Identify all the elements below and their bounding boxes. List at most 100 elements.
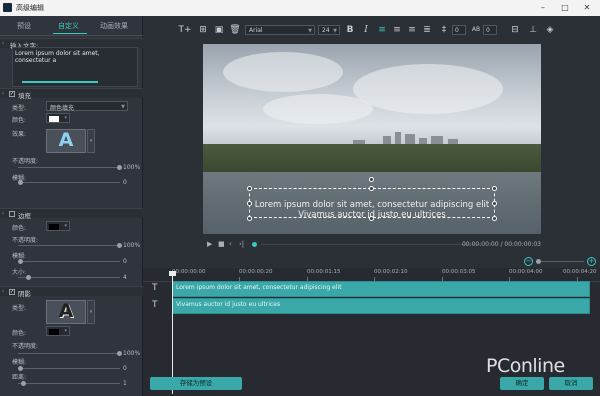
fill-checkbox[interactable]: ✓ (9, 91, 15, 97)
align-center-icon[interactable]: ≡ (390, 23, 404, 37)
playback-bar: ▶ ■ ‹ ›| 00:00:00:00 / 00:00:00:03 (203, 238, 541, 252)
resize-handle[interactable] (492, 186, 497, 191)
resize-handle[interactable] (247, 186, 252, 191)
video-preview[interactable]: Lorem ipsum dolor sit amet, consectetur … (203, 44, 541, 234)
chevron-down-icon[interactable]: ▾ (87, 129, 95, 153)
next-frame-icon[interactable]: ›| (239, 240, 244, 248)
border-opacity-slider[interactable] (18, 243, 122, 248)
bold-button[interactable]: B (343, 23, 357, 37)
border-color-picker[interactable]: ▾ (46, 221, 70, 231)
close-icon[interactable]: ✕ (580, 2, 594, 13)
stop-icon[interactable]: ■ (218, 240, 225, 248)
chevron-down-icon: ▼ (333, 28, 337, 34)
border-checkbox[interactable] (9, 211, 15, 217)
slider-handle[interactable] (117, 165, 122, 170)
border-size-value: 4 (123, 274, 127, 281)
section-fill[interactable]: › ✓ 填充 (0, 88, 143, 100)
overlay-line: Vivamus auctor id justo eu ultrices (298, 210, 446, 220)
letter-spacing-input[interactable]: 0 (452, 25, 466, 35)
seek-handle[interactable] (252, 242, 257, 247)
cancel-button[interactable]: 取消 (549, 377, 593, 390)
minimize-icon[interactable]: – (536, 2, 550, 13)
section-label: 边框 (18, 212, 31, 220)
fill-effect-preview[interactable]: A (46, 129, 86, 153)
border-blur-slider[interactable] (18, 259, 120, 264)
fill-blur-slider[interactable] (18, 180, 120, 185)
text-track-icon: T (152, 283, 158, 293)
playhead[interactable] (172, 274, 173, 394)
slider-handle[interactable] (18, 366, 23, 371)
align-right-icon[interactable]: ≡ (405, 23, 419, 37)
collapse-arrow-icon[interactable]: › (2, 210, 4, 217)
resize-handle[interactable] (369, 186, 374, 191)
slider-handle[interactable] (21, 381, 26, 386)
justify-icon[interactable]: ≣ (420, 23, 434, 37)
text-box-icon[interactable]: ⊞ (196, 23, 210, 37)
tab-custom[interactable]: 自定义 (58, 21, 79, 31)
line-spacing-input[interactable]: 0 (483, 25, 497, 35)
shadow-opacity-slider[interactable] (18, 351, 122, 356)
slider-handle[interactable] (26, 275, 31, 280)
chevron-down-icon[interactable]: ▾ (87, 300, 95, 324)
add-image-icon[interactable]: ▣ (212, 23, 226, 37)
font-family-select[interactable]: Arial ▼ (245, 25, 315, 35)
text-clip[interactable]: Lorem ipsum dolor sit amet, consectetur … (172, 281, 590, 297)
fill-effect-label: 效果: (12, 131, 27, 138)
font-size-select[interactable]: 24 ▼ (318, 25, 340, 35)
position-icon[interactable]: ⊟ (508, 23, 522, 37)
active-tab-indicator (53, 33, 87, 34)
fill-color-picker[interactable]: ▾ (46, 113, 70, 123)
text-scroll-indicator (22, 81, 98, 83)
align-objects-icon[interactable]: ⊥ (526, 23, 540, 37)
shadow-blur-slider[interactable] (18, 366, 120, 371)
zoom-out-icon[interactable]: − (524, 257, 533, 266)
shadow-effect-preview[interactable]: A (46, 300, 86, 324)
shadow-type-label: 类型: (12, 305, 27, 312)
zoom-slider[interactable] (536, 261, 584, 262)
rotate-handle[interactable] (369, 177, 374, 182)
collapse-arrow-icon[interactable]: › (2, 288, 4, 295)
fill-type-select[interactable]: 颜色填充 ▼ (46, 101, 128, 112)
overlay-text[interactable]: Lorem ipsum dolor sit amet, consectetur … (249, 200, 495, 220)
line-spacing-icon: AB (471, 26, 481, 33)
section-border[interactable]: › 边框 (0, 208, 143, 220)
delete-icon[interactable]: 🗑 (228, 23, 242, 37)
border-size-slider[interactable] (18, 275, 120, 280)
text-clip[interactable]: Vivamus auctor id justo eu ultrices (172, 298, 590, 314)
fill-opacity-slider[interactable] (18, 165, 122, 170)
align-left-icon[interactable]: ≡ (375, 23, 389, 37)
add-text-icon[interactable]: T+ (178, 23, 192, 37)
section-shadow[interactable]: › ✓ 阴影 (0, 286, 143, 298)
layers-icon[interactable]: ◈ (543, 23, 557, 37)
maximize-icon[interactable]: □ (558, 2, 572, 13)
previous-frame-icon[interactable]: ‹ (229, 240, 232, 248)
shadow-checkbox[interactable]: ✓ (9, 289, 15, 295)
seek-bar[interactable] (261, 244, 481, 245)
slider-handle[interactable] (18, 180, 23, 185)
tab-presets[interactable]: 预设 (17, 21, 31, 31)
collapse-arrow-icon[interactable]: › (2, 40, 4, 47)
ok-button[interactable]: 确定 (500, 377, 544, 390)
fill-type-label: 类型: (12, 105, 27, 112)
zoom-in-icon[interactable]: + (587, 257, 596, 266)
play-icon[interactable]: ▶ (207, 240, 212, 248)
tab-animation[interactable]: 动画效果 (100, 21, 128, 31)
tick-label: 00:00:01:15 (307, 269, 341, 275)
chevron-down-icon: ▾ (64, 328, 67, 334)
slider-handle[interactable] (18, 259, 23, 264)
collapse-arrow-icon[interactable]: › (2, 90, 4, 97)
slider-handle[interactable] (117, 351, 122, 356)
slider-handle[interactable] (117, 243, 122, 248)
overlay-line: Lorem ipsum dolor sit amet, consectetur … (254, 200, 490, 210)
effect-glyph: A (58, 129, 74, 151)
slider-handle[interactable] (536, 259, 541, 264)
save-preset-button[interactable]: 存储为预设 (150, 377, 242, 390)
tick-label: 00:00:03:05 (442, 269, 476, 275)
shadow-blur-label: 模糊: (12, 359, 27, 366)
shadow-color-picker[interactable]: ▾ (46, 326, 70, 336)
fill-blur-value: 0 (123, 179, 127, 186)
italic-button[interactable]: I (359, 23, 373, 37)
effect-glyph: A (58, 300, 74, 322)
shadow-distance-slider[interactable] (18, 381, 120, 386)
border-color-label: 颜色: (12, 225, 27, 232)
